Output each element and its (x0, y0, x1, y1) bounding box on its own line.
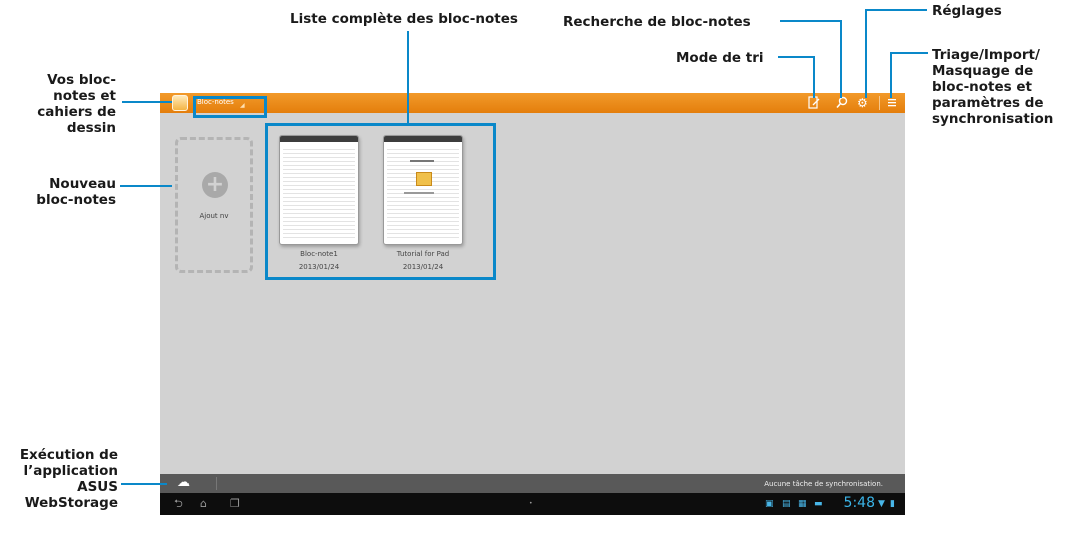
highlight-notebook-dropdown (193, 96, 267, 118)
annotation-new-notebook: Nouveau bloc-notes (36, 176, 116, 208)
connector-line (407, 31, 409, 124)
action-bar: Bloc-notes ◢ ⚙ (160, 93, 905, 113)
clock[interactable]: 5:48 (844, 495, 875, 511)
connector-line (120, 185, 172, 187)
connector-line (865, 9, 927, 11)
battery-icon: ▮ (890, 499, 895, 509)
connector-line (121, 483, 167, 485)
search-icon[interactable] (836, 96, 848, 113)
annotation-sort-mode: Mode de tri (676, 50, 764, 66)
center-dot-icon: • (529, 500, 533, 507)
annotation-notebook-list: Liste complète des bloc-notes (290, 11, 518, 27)
sync-status: Aucune tâche de synchronisation. (764, 480, 883, 488)
connector-line (890, 52, 892, 98)
connector-line (778, 56, 815, 58)
connector-line (840, 20, 842, 98)
add-notebook-label: Ajout nv (199, 212, 229, 220)
cloud-icon[interactable]: ☁ (177, 476, 195, 490)
battery-small-icon: ▬ (814, 499, 823, 509)
sort-mode-icon[interactable] (808, 96, 820, 113)
connector-line (813, 56, 815, 98)
menu-icon[interactable] (887, 96, 897, 112)
connector-line (890, 52, 928, 54)
sync-bar-divider (216, 477, 217, 490)
screenshot-icon[interactable]: ▣ (765, 498, 774, 510)
app-icon[interactable] (172, 95, 188, 111)
add-icon: + (202, 172, 228, 198)
notebook-status-icon[interactable]: ▤ (782, 498, 791, 510)
annotation-settings: Réglages (932, 3, 1002, 19)
sync-bar: ☁ Aucune tâche de synchronisation. (160, 474, 905, 493)
back-icon[interactable]: ⮌ (174, 497, 183, 511)
connector-line (780, 20, 842, 22)
add-notebook-button[interactable]: + Ajout nv (175, 137, 253, 273)
annotation-search: Recherche de bloc-notes (563, 14, 751, 30)
gear-icon[interactable]: ⚙ (857, 96, 868, 110)
annotation-webstorage: Exécution de l’application ASUS WebStora… (19, 447, 118, 511)
recent-apps-icon[interactable]: ❐ (230, 497, 240, 511)
annotation-triage: Triage/Import/ Masquage de bloc-notes et… (932, 47, 1054, 127)
keyboard-icon[interactable]: ▦ (798, 498, 807, 510)
home-icon[interactable]: ⌂ (200, 497, 207, 511)
wifi-icon: ▼ (878, 499, 885, 509)
annotation-notebooks: Vos bloc- notes et cahiers de dessin (37, 72, 116, 136)
system-nav-bar: ⮌ ⌂ ❐ • ▣ ▤ ▦ ▬ 5:48 ▼ ▮ (160, 493, 905, 515)
highlight-notebook-list (265, 123, 496, 280)
connector-line (865, 9, 867, 98)
connector-line (122, 101, 172, 103)
toolbar-divider (879, 96, 880, 110)
